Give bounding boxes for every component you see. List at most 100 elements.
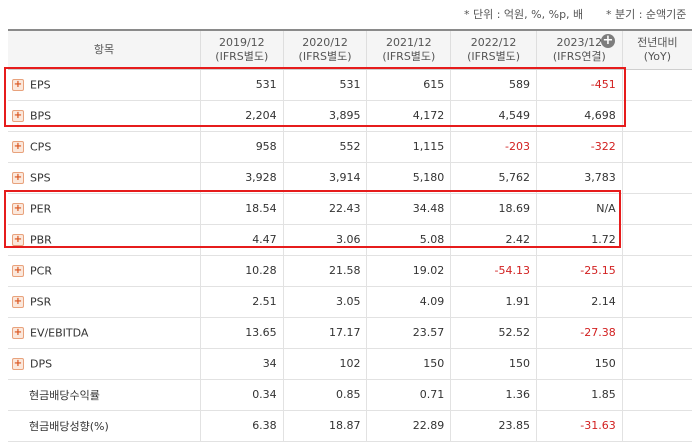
expand-plus-icon[interactable]: + <box>12 78 24 91</box>
value-cell: 1.91 <box>450 286 537 318</box>
header-2022: 2022/12 (IFRS별도) <box>450 29 537 70</box>
value-cell: 150 <box>535 348 623 380</box>
row-label-text: BPS <box>30 109 52 123</box>
value-cell: 150 <box>450 348 537 380</box>
value-cell: 34.48 <box>366 193 451 225</box>
value-cell: 17.17 <box>282 317 367 349</box>
value-cell: 552 <box>282 131 367 163</box>
value-cell: 6.38 <box>199 410 284 442</box>
expand-plus-icon[interactable]: + <box>12 264 24 277</box>
row-label[interactable]: + BPS <box>8 100 201 132</box>
row-label-text: PSR <box>30 295 52 309</box>
table-row: + BPS 2,204 3,895 4,172 4,549 4,698 <box>8 100 692 132</box>
expand-plus-icon[interactable]: + <box>12 357 24 370</box>
value-cell: 3,895 <box>282 100 367 132</box>
yoy-cell <box>621 317 692 349</box>
row-label[interactable]: + SPS <box>8 162 201 194</box>
value-cell: 1.36 <box>450 379 537 411</box>
yoy-cell <box>621 193 692 225</box>
row-label[interactable]: + CPS <box>8 131 201 163</box>
value-cell: -322 <box>535 131 623 163</box>
value-cell: 4,172 <box>366 100 451 132</box>
row-label-text: DPS <box>30 357 53 371</box>
expand-plus-icon[interactable]: + <box>12 171 24 184</box>
expand-plus-icon[interactable]: + <box>12 233 24 246</box>
row-label-text: 현금배당성향(%) <box>29 419 109 433</box>
yoy-cell <box>621 69 692 101</box>
value-cell: 3,928 <box>199 162 284 194</box>
header-row: 항목 2019/12 (IFRS별도) 2020/12 (IFRS별도) 2021/… <box>8 29 692 70</box>
row-label-text: CPS <box>30 140 52 154</box>
value-cell: -31.63 <box>535 410 623 442</box>
value-cell: 13.65 <box>199 317 284 349</box>
value-cell: 531 <box>282 69 367 101</box>
value-cell: 21.58 <box>282 255 367 287</box>
row-label-text: EV/EBITDA <box>30 326 89 340</box>
expand-plus-icon[interactable]: + <box>12 202 24 215</box>
value-cell: -54.13 <box>450 255 537 287</box>
value-cell: 3,783 <box>535 162 623 194</box>
yoy-cell <box>621 131 692 163</box>
table-row: + PSR 2.51 3.05 4.09 1.91 2.14 <box>8 286 692 318</box>
header-2021: 2021/12 (IFRS별도) <box>366 29 451 70</box>
value-cell: 3,914 <box>282 162 367 194</box>
value-cell: 10.28 <box>199 255 284 287</box>
value-cell: 4,698 <box>535 100 623 132</box>
value-cell: 18.69 <box>450 193 537 225</box>
table-row: + DPS 34 102 150 150 150 <box>8 348 692 380</box>
row-label[interactable]: + DPS <box>8 348 201 380</box>
table-row: + EV/EBITDA 13.65 17.17 23.57 52.52 -27.38 <box>8 317 692 349</box>
value-cell: 102 <box>282 348 367 380</box>
unit-note: * 단위 : 억원, %, %p, 배 <box>464 8 584 21</box>
table-row: + CPS 958 552 1,115 -203 -322 <box>8 131 692 163</box>
value-cell: 2.14 <box>535 286 623 318</box>
table-row: + PBR 4.47 3.06 5.08 2.42 1.72 <box>8 224 692 256</box>
row-label-text: SPS <box>30 171 51 185</box>
value-cell: 5,180 <box>366 162 451 194</box>
add-column-icon[interactable]: + <box>601 34 615 48</box>
row-label[interactable]: + EV/EBITDA <box>8 317 201 349</box>
value-cell: 23.85 <box>450 410 537 442</box>
expand-plus-icon[interactable]: + <box>12 295 24 308</box>
yoy-cell <box>621 410 692 442</box>
value-cell: 22.89 <box>366 410 451 442</box>
value-cell: 531 <box>199 69 284 101</box>
value-cell: 5.08 <box>366 224 451 256</box>
expand-plus-icon[interactable]: + <box>12 326 24 339</box>
row-label-text: PBR <box>30 233 52 247</box>
yoy-cell <box>621 348 692 380</box>
row-label[interactable]: + PBR <box>8 224 201 256</box>
header-yoy: 전년대비 (YoY) <box>621 29 692 70</box>
yoy-cell <box>621 379 692 411</box>
value-cell: 4,549 <box>450 100 537 132</box>
value-cell: -25.15 <box>535 255 623 287</box>
value-cell: 958 <box>199 131 284 163</box>
value-cell: -451 <box>535 69 623 101</box>
value-cell: 3.06 <box>282 224 367 256</box>
row-label[interactable]: + PSR <box>8 286 201 318</box>
financial-ratio-table: 항목 2019/12 (IFRS별도) 2020/12 (IFRS별도) 2021/… <box>8 29 692 442</box>
value-cell: 0.85 <box>282 379 367 411</box>
value-cell: 2.51 <box>199 286 284 318</box>
value-cell: 4.47 <box>199 224 284 256</box>
value-cell: -27.38 <box>535 317 623 349</box>
value-cell: 34 <box>199 348 284 380</box>
value-cell: N/A <box>535 193 623 225</box>
value-cell: 18.87 <box>282 410 367 442</box>
yoy-cell <box>621 255 692 287</box>
row-label[interactable]: + PCR <box>8 255 201 287</box>
row-label[interactable]: + EPS <box>8 69 201 101</box>
header-2020: 2020/12 (IFRS별도) <box>282 29 367 70</box>
value-cell: 1,115 <box>366 131 451 163</box>
header-2019: 2019/12 (IFRS별도) <box>199 29 284 70</box>
expand-plus-icon[interactable]: + <box>12 109 24 122</box>
row-label[interactable]: + PER <box>8 193 201 225</box>
value-cell: 615 <box>366 69 451 101</box>
value-cell: 18.54 <box>199 193 284 225</box>
expand-plus-icon[interactable]: + <box>12 140 24 153</box>
value-cell: 2,204 <box>199 100 284 132</box>
row-label: 현금배당성향(%) <box>8 410 201 442</box>
value-cell: 3.05 <box>282 286 367 318</box>
row-label-text: 현금배당수익률 <box>29 388 100 402</box>
row-label-text: EPS <box>30 78 51 92</box>
